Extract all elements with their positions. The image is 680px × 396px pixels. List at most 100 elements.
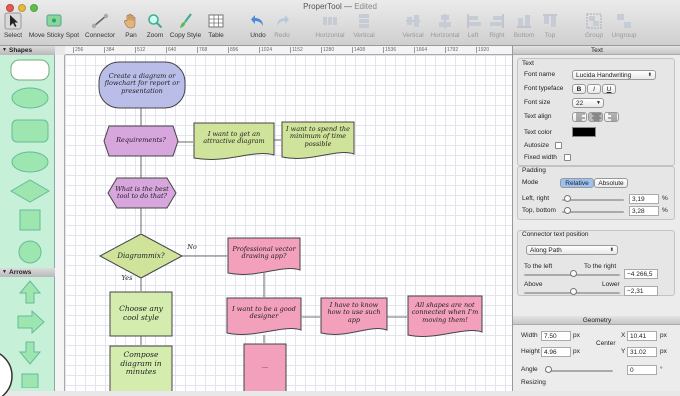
minimum-time-note-label: I want to spend the minimum of time poss…	[286, 124, 350, 148]
relative-mode-button[interactable]: Relative	[560, 178, 594, 188]
table-tool[interactable]: Table	[205, 12, 227, 44]
italic-button[interactable]: I	[587, 84, 601, 94]
not-connected-node-label: All shapes are not connected when I'm mo…	[411, 300, 479, 324]
horizontal-ruler: 256 384 512 640 768 896 1024 1152 1280 1408 1536 16…	[65, 46, 512, 55]
align-top-button[interactable]: Top	[540, 12, 560, 44]
redo-arrow-icon	[277, 15, 289, 26]
sticky-spot-icon	[46, 14, 62, 27]
ruler-tick-label: 1920	[476, 47, 490, 53]
lower-label: Lower	[602, 281, 620, 288]
vertical-position-knob[interactable]	[570, 288, 577, 295]
align-horizontal-button[interactable]: Horizontal	[428, 12, 462, 44]
arrow-down-shape[interactable]	[18, 341, 42, 365]
along-path-popup[interactable]: Along Path ⬍	[526, 245, 618, 255]
x-field[interactable]: 10.41	[627, 331, 657, 341]
left-right-field[interactable]: 3,19	[629, 194, 659, 204]
angle-field[interactable]: 0	[627, 365, 657, 375]
connector-tool[interactable]: Connector	[83, 12, 117, 44]
ruler-tick-label: 1152	[290, 47, 303, 53]
text-color-well[interactable]	[572, 127, 596, 137]
font-name-popup[interactable]: Lucida Handwriting ⬍	[572, 70, 656, 80]
top-bottom-slider-knob[interactable]	[564, 207, 571, 214]
vertical-ruler	[55, 55, 65, 391]
shape-ellipse[interactable]	[11, 151, 49, 173]
ruler-tick-label: 640	[166, 47, 177, 53]
arrow-double-shape[interactable]	[21, 373, 39, 388]
left-right-slider[interactable]	[562, 199, 624, 201]
top-bottom-label: Top, bottom	[522, 207, 556, 214]
geometry-inspector-header[interactable]: Geometry	[513, 316, 680, 325]
align-bottom-button[interactable]: Bottom	[512, 12, 536, 44]
undo-arrow-icon	[251, 15, 263, 26]
font-size-combo[interactable]: 22 ▼	[572, 98, 604, 108]
autosize-label: Autosize	[524, 142, 549, 149]
diagram-canvas[interactable]: Create a diagram or flowchart for report…	[65, 55, 512, 391]
height-field[interactable]: 4.96	[541, 347, 571, 357]
group-button[interactable]: Group	[582, 12, 606, 44]
align-horizontal-icon	[439, 14, 451, 28]
distribute-horizontal-button[interactable]: Horizontal	[313, 12, 347, 44]
best-tool-node-label: What is the best tool to do that?	[115, 184, 169, 200]
inspector-panel: Text Text Font name Lucida Handwriting ⬍ …	[512, 46, 680, 391]
bold-button[interactable]: B	[572, 84, 586, 94]
text-inspector-header[interactable]: Text	[513, 46, 680, 55]
font-size-label: Font size	[524, 99, 551, 106]
top-bottom-field[interactable]: 3,28	[629, 206, 659, 216]
shapes-section-header[interactable]: Shapes	[0, 46, 55, 55]
horizontal-position-knob[interactable]	[570, 270, 577, 277]
select-tool[interactable]: Select	[2, 12, 24, 44]
ruler-tick-label: 1024	[259, 47, 273, 53]
connector-group-title: Connector text position	[522, 231, 589, 238]
shape-rounded-square[interactable]	[11, 119, 49, 143]
shape-rounded-rect[interactable]	[10, 59, 50, 81]
angle-slider-knob[interactable]	[545, 366, 552, 373]
fixed-width-label: Fixed width	[524, 154, 557, 161]
align-center-text-button[interactable]	[588, 112, 603, 122]
align-vertical-icon	[406, 15, 420, 27]
shape-cloud[interactable]	[11, 87, 49, 109]
width-field[interactable]: 7.50	[541, 331, 571, 341]
ruler-tick-label: 384	[104, 47, 115, 53]
shape-palette	[10, 59, 50, 264]
left-right-unit: %	[662, 195, 668, 202]
height-label: Height	[521, 348, 540, 355]
distribute-horizontal-icon	[323, 17, 337, 25]
arrow-right-shape[interactable]	[17, 309, 45, 335]
shape-diamond[interactable]	[10, 179, 50, 203]
align-left-button[interactable]: Left	[465, 12, 481, 44]
center-label: Center	[596, 340, 616, 347]
fixed-width-checkbox[interactable]	[564, 154, 571, 161]
angle-slider[interactable]	[545, 370, 613, 372]
cursor-arrow-icon	[4, 12, 22, 30]
arrow-up-shape[interactable]	[18, 280, 42, 304]
distribute-vertical-button[interactable]: Vertical	[350, 12, 378, 44]
align-left-text-button[interactable]	[572, 112, 587, 122]
horizontal-position-field[interactable]: −4 266,5	[624, 269, 658, 279]
pan-tool[interactable]: Pan	[121, 12, 141, 44]
redo-button[interactable]: Redo	[271, 12, 293, 44]
vertical-position-field[interactable]: −2,31	[624, 286, 658, 296]
zoom-tool[interactable]: Zoom	[144, 12, 166, 44]
underline-button[interactable]: U	[602, 84, 616, 94]
text-group: Text Font name Lucida Handwriting ⬍ Font …	[517, 58, 675, 166]
ungroup-button[interactable]: Ungroup	[609, 12, 639, 44]
left-right-slider-knob[interactable]	[564, 195, 571, 202]
align-vertical-button[interactable]: Vertical	[400, 12, 426, 44]
align-right-icon	[490, 14, 504, 28]
autosize-checkbox[interactable]	[555, 142, 562, 149]
copy-style-tool[interactable]: Copy Style	[169, 12, 202, 44]
diagrammix-decision-label: Diagrammix?	[117, 251, 165, 260]
arrows-section-header[interactable]: Arrows	[0, 268, 55, 277]
shape-square[interactable]	[19, 209, 41, 231]
undo-button[interactable]: Undo	[248, 12, 268, 44]
padding-group-title: Padding	[522, 167, 546, 174]
absolute-mode-button[interactable]: Absolute	[594, 178, 628, 188]
y-field[interactable]: 31.02	[627, 347, 657, 357]
top-bottom-slider[interactable]	[562, 211, 624, 213]
ruler-tick-label: 1792	[445, 47, 459, 53]
left-right-label: Left, right	[522, 195, 550, 202]
shape-circle[interactable]	[18, 240, 42, 264]
align-right-button[interactable]: Right	[487, 12, 507, 44]
align-right-text-button[interactable]	[604, 112, 619, 122]
move-sticky-spot-tool[interactable]: Move Sticky Spot	[27, 12, 81, 44]
